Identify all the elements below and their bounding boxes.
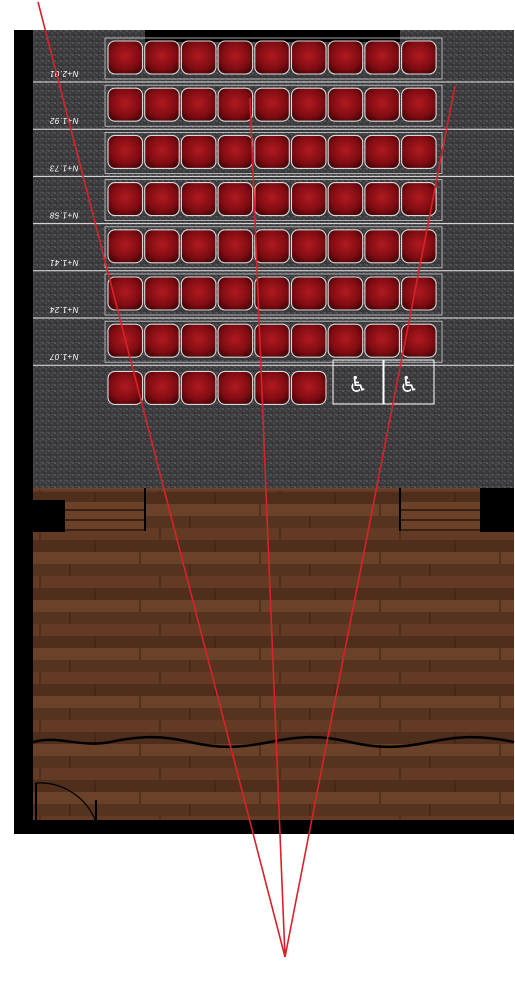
seat: [290, 87, 327, 122]
seat: [144, 229, 180, 264]
seat: [290, 182, 327, 217]
seat: [180, 323, 217, 358]
seat: [364, 323, 400, 358]
seat: [144, 182, 180, 217]
seat: [180, 87, 217, 122]
seat: [144, 276, 180, 311]
seat: [217, 276, 254, 311]
seat: [327, 182, 364, 217]
seat: [180, 134, 217, 169]
seat: [254, 40, 290, 75]
row-elevation-label: N+1.07: [49, 352, 78, 361]
seat: [180, 370, 217, 405]
wall-left: [14, 30, 33, 834]
seat: [290, 40, 327, 75]
row-elevation-label: N+1.24: [49, 305, 78, 314]
seat: [254, 276, 290, 311]
seat: [327, 40, 364, 75]
seat: [217, 87, 254, 122]
seat: [364, 40, 400, 75]
seat: [217, 370, 254, 405]
seat: [217, 40, 254, 75]
seat: [327, 323, 364, 358]
seat: [364, 276, 400, 311]
seat: [254, 182, 290, 217]
seat: [327, 87, 364, 122]
row-elevation-label: N+1.73: [49, 163, 78, 172]
seat: [144, 323, 180, 358]
seat: [254, 370, 290, 405]
seat: [401, 134, 437, 169]
seat: [107, 134, 144, 169]
back-wall: [145, 30, 400, 42]
seat: [327, 229, 364, 264]
seat: [290, 276, 327, 311]
seat: [327, 134, 364, 169]
row-elevation-label: N+1.41: [49, 258, 78, 267]
seat: [180, 229, 217, 264]
seat: [254, 87, 290, 122]
seat: [217, 134, 254, 169]
seat: [144, 370, 180, 405]
wall-notch: [480, 488, 514, 532]
seat: [364, 87, 400, 122]
front-wall: [14, 820, 514, 834]
wall-notch: [33, 500, 65, 532]
seat: [217, 229, 254, 264]
seat: [290, 370, 327, 405]
seat: [180, 40, 217, 75]
seat: [254, 229, 290, 264]
seat: [107, 40, 144, 75]
seat: [144, 40, 180, 75]
wheelchair-icon: ♿: [399, 373, 419, 398]
theater-floor-plan: N+2.01 N+1.92 N+1.73 N+1.58 N+1.41 N+1.24 N+1.…: [14, 1, 515, 958]
seat: [401, 276, 437, 311]
seat: [290, 229, 327, 264]
seat: [364, 229, 400, 264]
seat: [401, 229, 437, 264]
seat: [180, 276, 217, 311]
row-elevation-label: N+1.92: [49, 116, 78, 125]
seat: [290, 134, 327, 169]
row-elevation-label: N+2.01: [49, 69, 78, 78]
seat: [144, 134, 180, 169]
seat: [107, 229, 144, 264]
seat: [217, 323, 254, 358]
row-elevation-label: N+1.58: [49, 211, 78, 220]
seat: [327, 276, 364, 311]
seat: [107, 182, 144, 217]
seat: [107, 87, 144, 122]
seat: [144, 87, 180, 122]
seat: [364, 182, 400, 217]
seat: [401, 87, 437, 122]
wheelchair-icon: ♿: [348, 373, 368, 398]
seat: [254, 134, 290, 169]
seat: [217, 182, 254, 217]
seat: [401, 40, 437, 75]
seat: [290, 323, 327, 358]
seat: [180, 182, 217, 217]
seat: [364, 134, 400, 169]
